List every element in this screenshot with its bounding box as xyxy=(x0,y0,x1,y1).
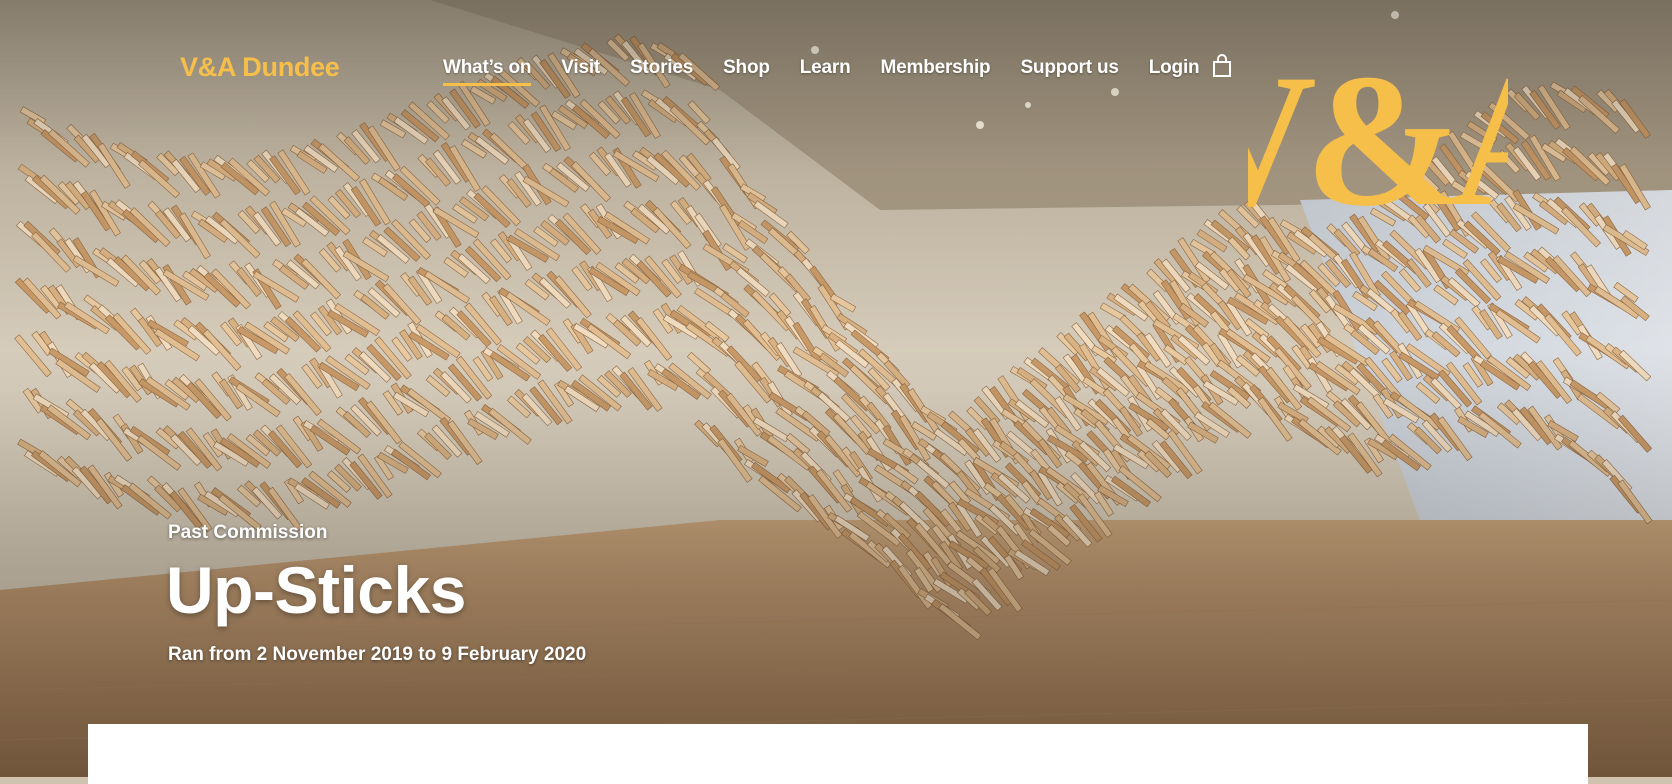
hero-eyebrow: Past Commission xyxy=(168,522,328,543)
nav-item-support-us[interactable]: Support us xyxy=(1020,56,1118,83)
exhibition-dates: Ran from 2 November 2019 to 9 February 2… xyxy=(168,644,587,665)
nav-item-login[interactable]: Login xyxy=(1149,56,1200,83)
shopping-bag-icon[interactable] xyxy=(1211,54,1233,78)
va-logo[interactable]: V&A xyxy=(1248,60,1508,212)
nav-item-membership[interactable]: Membership xyxy=(881,56,991,83)
nav-item-shop[interactable]: Shop xyxy=(723,56,770,83)
main-nav: What’s on Visit Stories Shop Learn Membe… xyxy=(443,56,1229,86)
nav-item-visit[interactable]: Visit xyxy=(561,56,600,83)
nav-item-whats-on[interactable]: What’s on xyxy=(443,56,531,86)
content-panel xyxy=(88,724,1588,784)
page-title: Up-Sticks xyxy=(166,553,466,627)
nav-item-stories[interactable]: Stories xyxy=(630,56,693,83)
nav-item-learn[interactable]: Learn xyxy=(800,56,851,83)
site-name-link[interactable]: V&A Dundee xyxy=(180,52,340,83)
svg-text:V&A: V&A xyxy=(1248,60,1508,212)
